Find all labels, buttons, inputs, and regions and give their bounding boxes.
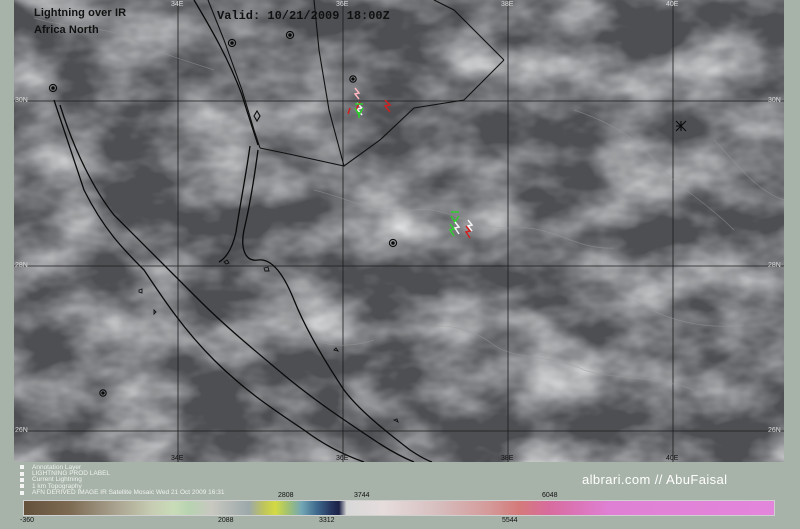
colorbar-bottom-label: -360 bbox=[20, 517, 35, 524]
satellite-map: Lightning over IR Africa North Valid: 10… bbox=[14, 0, 784, 462]
lat-tick-left: 30N bbox=[15, 97, 28, 104]
legend-checkbox[interactable] bbox=[20, 477, 24, 482]
colorbar-top-label: 3744 bbox=[354, 492, 370, 499]
legend-label: AFN DERIVED IMAGE IR Satellite Mosaic We… bbox=[32, 489, 225, 497]
lon-tick-top: 36E bbox=[336, 1, 349, 8]
legend-checkbox[interactable] bbox=[20, 490, 24, 495]
lat-tick-right: 30N bbox=[768, 97, 781, 104]
color-scale-bar bbox=[23, 500, 775, 516]
legend-checkbox[interactable] bbox=[20, 471, 24, 476]
colorbar-top-label: 2808 bbox=[278, 492, 294, 499]
lat-tick-left: 28N bbox=[15, 262, 28, 269]
legend-checkbox[interactable] bbox=[20, 484, 24, 489]
legend-checkbox[interactable] bbox=[20, 465, 24, 470]
map-title: Lightning over IR bbox=[34, 7, 127, 19]
colorbar-bottom-label: 2088 bbox=[218, 517, 234, 524]
map-svg bbox=[14, 0, 784, 462]
lat-tick-left: 26N bbox=[15, 427, 28, 434]
lon-tick-bottom: 34E bbox=[171, 455, 184, 462]
colorbar-bottom-label: 5544 bbox=[502, 517, 518, 524]
lon-tick-bottom: 40E bbox=[666, 455, 679, 462]
map-subtitle: Africa North bbox=[34, 24, 99, 36]
lon-tick-top: 38E bbox=[501, 1, 514, 8]
valid-time: Valid: 10/21/2009 18:00Z bbox=[217, 9, 390, 23]
colorbar-top-label: 6048 bbox=[542, 492, 558, 499]
lon-tick-bottom: 38E bbox=[501, 455, 514, 462]
lat-tick-right: 26N bbox=[768, 427, 781, 434]
colorbar-bottom-label: 3312 bbox=[319, 517, 335, 524]
lon-tick-bottom: 36E bbox=[336, 455, 349, 462]
lon-tick-top: 40E bbox=[666, 1, 679, 8]
legend-item[interactable]: AFN DERIVED IMAGE IR Satellite Mosaic We… bbox=[20, 489, 225, 497]
lon-tick-top: 34E bbox=[171, 1, 184, 8]
lat-tick-right: 28N bbox=[768, 262, 781, 269]
watermark: albrari.com // AbuFaisal bbox=[582, 472, 728, 487]
layer-legend: Annotation Layer LIGHTNING PROD LABEL Cu… bbox=[20, 464, 224, 496]
